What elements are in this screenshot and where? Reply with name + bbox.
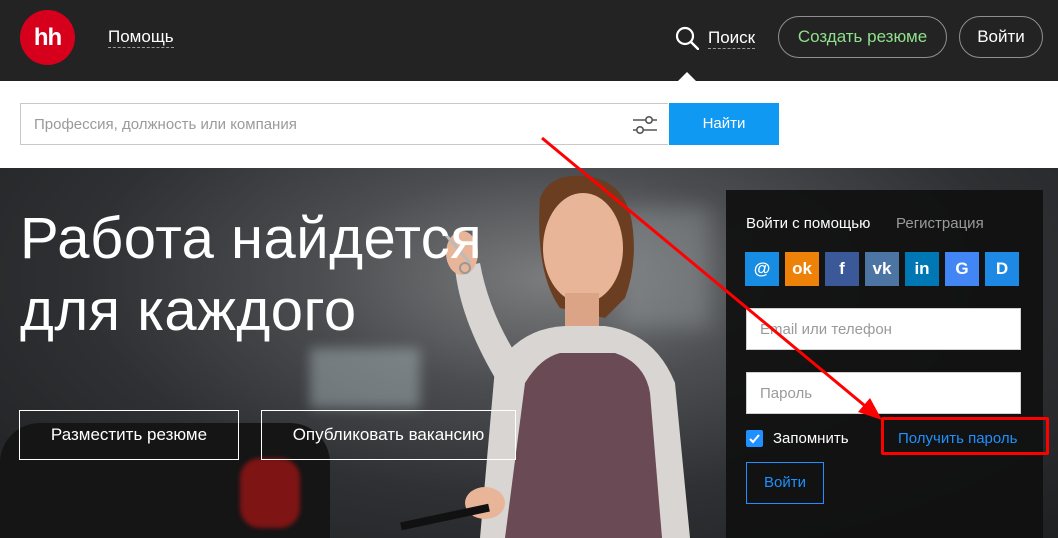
annotation-highlight-box (881, 417, 1049, 455)
tab-login-with[interactable]: Войти с помощью (746, 215, 870, 232)
search-submit-button[interactable]: Найти (669, 103, 779, 145)
email-field[interactable] (746, 308, 1021, 350)
remember-me[interactable]: Запомнить (746, 430, 849, 447)
password-field[interactable] (746, 372, 1021, 414)
search-caret (678, 72, 696, 81)
header-login-button[interactable]: Войти (959, 16, 1043, 58)
post-resume-button[interactable]: Разместить резюме (19, 410, 239, 460)
tab-register[interactable]: Регистрация (896, 215, 984, 232)
background-salon-chair-red (240, 458, 300, 528)
hh-logo[interactable]: hh (20, 10, 75, 65)
create-resume-button[interactable]: Создать резюме (778, 16, 947, 58)
mail-icon[interactable]: @ (745, 252, 779, 286)
vk-icon[interactable]: vk (865, 252, 899, 286)
d-icon[interactable]: D (985, 252, 1019, 286)
facebook-icon[interactable]: f (825, 252, 859, 286)
remember-checkbox[interactable] (746, 430, 763, 447)
social-login-buttons: @ ok f vk in G D (745, 252, 1025, 286)
login-submit-button[interactable]: Войти (746, 462, 824, 504)
publish-vacancy-button[interactable]: Опубликовать вакансию (261, 410, 516, 460)
checkmark-icon (749, 434, 760, 444)
hero-title-line1: Работа найдется (20, 206, 483, 271)
remember-label: Запомнить (773, 430, 849, 447)
filter-settings-icon[interactable] (632, 114, 658, 136)
odnoklassniki-icon[interactable]: ok (785, 252, 819, 286)
top-header: hh Помощь Поиск Создать резюме Войти (0, 0, 1058, 81)
search-icon (675, 26, 699, 50)
help-link[interactable]: Помощь (108, 27, 174, 48)
search-input[interactable] (20, 103, 668, 145)
login-panel: Войти с помощью Регистрация @okfvkinGD З… (726, 190, 1049, 538)
hero-title-line2: для каждого (20, 278, 357, 343)
search-toggle[interactable]: Поиск (675, 24, 756, 52)
linkedin-icon[interactable]: in (905, 252, 939, 286)
hero-title: Работа найдется для каждого (20, 203, 482, 347)
google-icon[interactable]: G (945, 252, 979, 286)
search-bar: Найти (0, 81, 1058, 168)
search-toggle-label: Поиск (708, 27, 756, 49)
